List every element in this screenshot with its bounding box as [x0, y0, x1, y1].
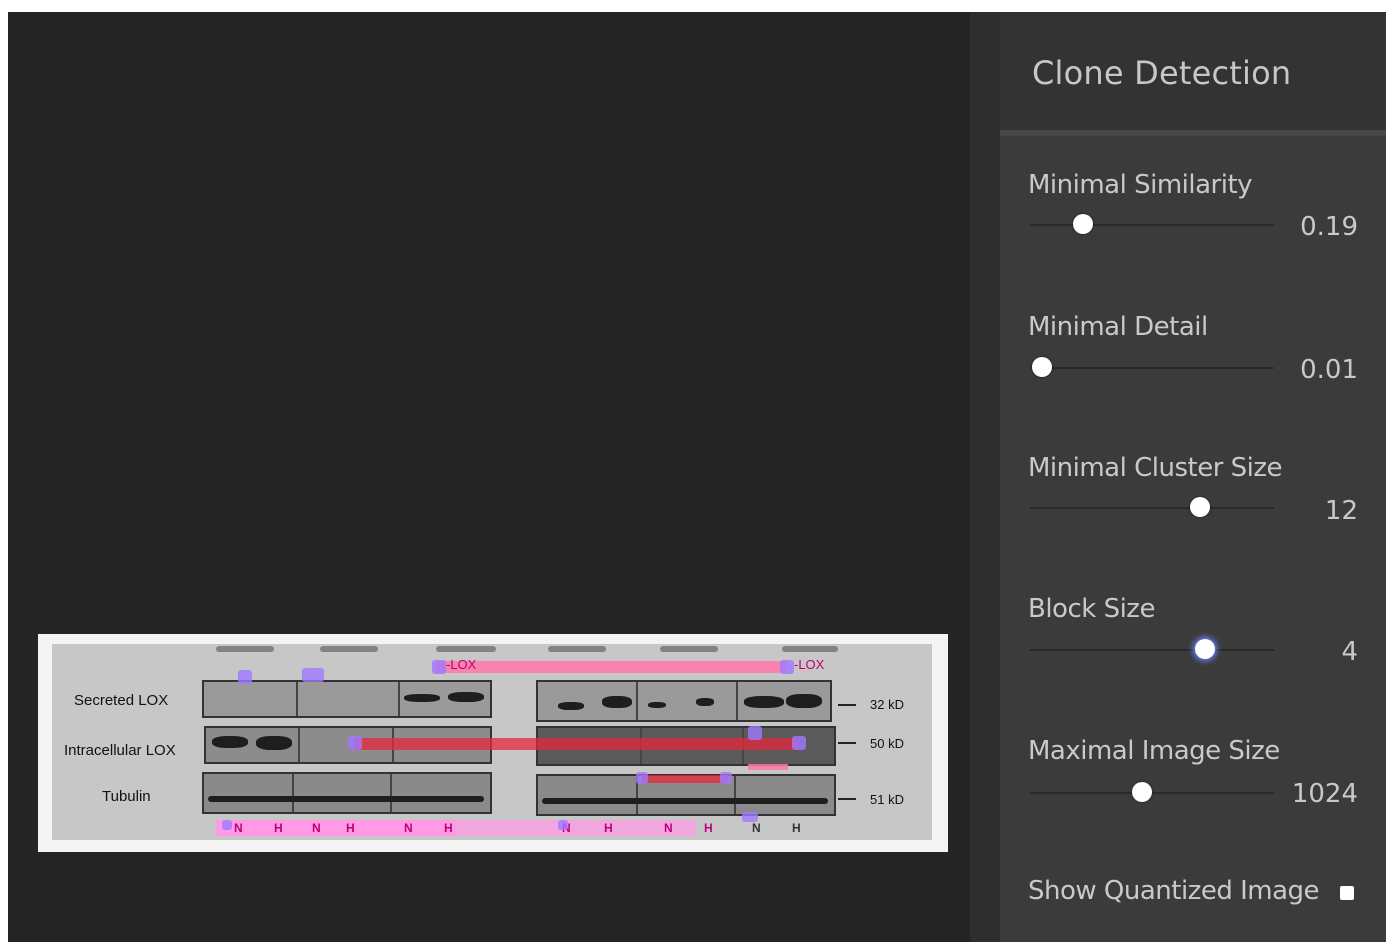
- protein-band: [648, 702, 666, 708]
- analyzed-image: -LOX -LOX Secreted LOX Intracellular LOX…: [38, 634, 948, 852]
- header-smudge: [436, 646, 496, 652]
- marker-tick: [838, 704, 856, 706]
- lane-divider: [390, 774, 392, 812]
- protein-band: [404, 694, 440, 702]
- keypoint-marker: [720, 772, 732, 784]
- protein-band: [744, 696, 784, 708]
- minimal-similarity-value: 0.19: [1300, 212, 1358, 242]
- protein-band: [256, 736, 292, 750]
- header-smudge: [320, 646, 378, 652]
- lane-label: H: [274, 821, 283, 835]
- protein-band: [448, 692, 484, 702]
- lox-label-left: -LOX: [446, 657, 477, 672]
- protein-band: [786, 694, 822, 708]
- maximal-image-size-slider[interactable]: [1030, 782, 1274, 802]
- protein-band: [602, 696, 632, 708]
- keypoint-marker: [748, 726, 762, 740]
- clone-connection-top: [436, 661, 786, 673]
- header-smudge: [216, 646, 274, 652]
- lane-divider: [636, 682, 638, 720]
- keypoint-marker: [558, 820, 568, 830]
- minimal-detail-label: Minimal Detail: [1028, 312, 1208, 342]
- keypoint-marker: [792, 736, 806, 750]
- block-size-slider-handle[interactable]: [1195, 639, 1215, 659]
- block-size-slider[interactable]: [1030, 639, 1274, 659]
- blot-tubulin-left: [202, 772, 492, 814]
- show-quantized-image-checkbox[interactable]: [1340, 886, 1354, 900]
- block-size-label: Block Size: [1028, 594, 1155, 624]
- western-blot-figure: -LOX -LOX Secreted LOX Intracellular LOX…: [52, 644, 932, 840]
- lane-label: H: [604, 821, 613, 835]
- panel-divider[interactable]: [970, 12, 1000, 942]
- minimal-similarity-slider[interactable]: [1030, 214, 1274, 234]
- panel-header: Clone Detection: [1000, 12, 1386, 136]
- lane-label: N: [404, 821, 413, 835]
- keypoint-marker: [636, 772, 648, 784]
- keypoint-marker: [742, 812, 758, 822]
- lane-label: H: [346, 821, 355, 835]
- clone-match-highlight: [642, 775, 728, 783]
- show-quantized-image-label: Show Quantized Image: [1028, 876, 1320, 906]
- settings-panel: Clone Detection Minimal Similarity 0.19 …: [1000, 12, 1386, 942]
- row-label-secreted: Secreted LOX: [74, 692, 169, 709]
- minimal-similarity-label: Minimal Similarity: [1028, 170, 1253, 200]
- lane-label: H: [704, 821, 713, 835]
- protein-band: [696, 698, 714, 706]
- marker-50kd: 50 kD: [870, 736, 904, 751]
- marker-tick: [838, 742, 856, 744]
- lane-divider: [296, 682, 298, 716]
- keypoint-marker: [238, 670, 252, 684]
- protein-band: [558, 702, 584, 710]
- protein-band: [208, 796, 484, 802]
- lane-label: H: [444, 821, 453, 835]
- row-label-intracellular: Intracellular LOX: [64, 742, 176, 759]
- keypoint-marker: [348, 736, 362, 750]
- image-canvas[interactable]: -LOX -LOX Secreted LOX Intracellular LOX…: [8, 12, 970, 942]
- minimal-detail-slider[interactable]: [1030, 357, 1274, 377]
- lane-label: H: [792, 821, 801, 835]
- lane-label: N: [312, 821, 321, 835]
- header-smudge: [660, 646, 718, 652]
- lane-divider: [298, 728, 300, 762]
- lane-divider: [292, 774, 294, 812]
- marker-51kd: 51 kD: [870, 792, 904, 807]
- row-label-tubulin: Tubulin: [102, 788, 151, 805]
- lane-label: N: [664, 821, 673, 835]
- lane-divider: [736, 682, 738, 720]
- minimal-similarity-slider-handle[interactable]: [1073, 214, 1093, 234]
- lane-label: N: [234, 821, 243, 835]
- clone-lane-highlight: [456, 820, 696, 836]
- header-smudge: [548, 646, 606, 652]
- header-smudge: [782, 646, 838, 652]
- keypoint-marker: [222, 820, 232, 830]
- maximal-image-size-value: 1024: [1291, 779, 1358, 809]
- marker-32kd: 32 kD: [870, 697, 904, 712]
- minimal-detail-slider-handle[interactable]: [1032, 357, 1052, 377]
- keypoint-marker: [432, 660, 446, 674]
- lane-divider: [734, 776, 736, 814]
- protein-band: [542, 798, 828, 804]
- protein-band: [212, 736, 248, 748]
- blot-secreted-left: [202, 680, 492, 718]
- minimal-detail-value: 0.01: [1300, 355, 1358, 385]
- clone-connection: [748, 764, 788, 770]
- lox-label-right: -LOX: [794, 657, 825, 672]
- lane-divider: [398, 682, 400, 716]
- clone-match-highlight: [354, 738, 798, 750]
- minimal-cluster-size-label: Minimal Cluster Size: [1028, 453, 1283, 483]
- blot-secreted-right: [536, 680, 832, 722]
- panel-title: Clone Detection: [1032, 54, 1292, 92]
- maximal-image-size-slider-handle[interactable]: [1132, 782, 1152, 802]
- lane-label: N: [752, 821, 761, 835]
- minimal-cluster-size-value: 12: [1324, 496, 1358, 526]
- minimal-cluster-size-slider-handle[interactable]: [1190, 497, 1210, 517]
- marker-tick: [838, 798, 856, 800]
- minimal-cluster-size-slider[interactable]: [1030, 497, 1274, 517]
- clone-lane-highlight: [216, 820, 456, 836]
- keypoint-marker: [302, 668, 324, 682]
- block-size-value: 4: [1341, 637, 1358, 667]
- maximal-image-size-label: Maximal Image Size: [1028, 736, 1280, 766]
- keypoint-marker: [780, 660, 794, 674]
